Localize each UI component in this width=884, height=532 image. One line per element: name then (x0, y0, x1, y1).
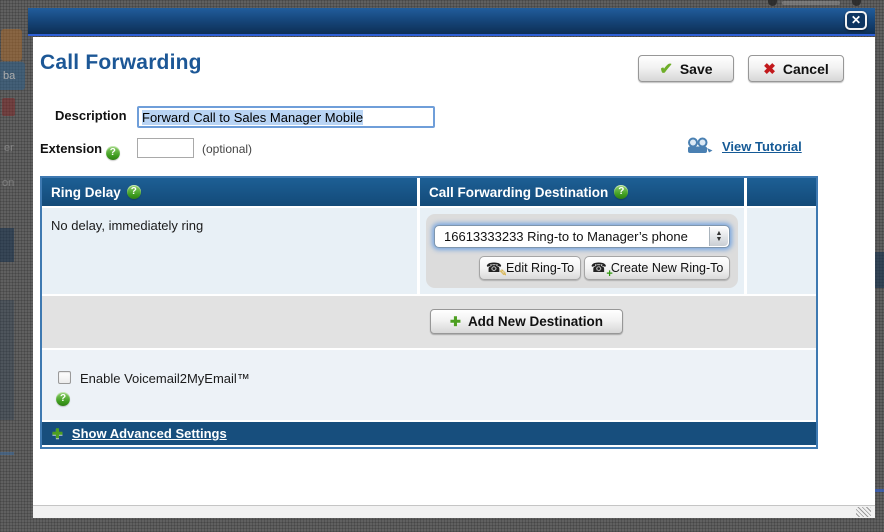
background-remnant-mark (2, 98, 15, 116)
x-icon: ✖ (763, 60, 776, 78)
plus-icon: + (606, 268, 612, 280)
extension-input[interactable] (137, 138, 194, 158)
save-button[interactable]: ✔ Save (638, 55, 734, 82)
extension-label-text: Extension (40, 141, 102, 156)
view-tutorial-text: View Tutorial (722, 139, 802, 154)
call-forwarding-dialog: Call Forwarding ✔ Save ✖ Cancel Descript… (33, 37, 875, 505)
add-new-destination-label: Add New Destination (468, 314, 603, 329)
resize-handle[interactable] (856, 507, 871, 517)
background-remnant-icon (768, 0, 777, 6)
phone-icon: ☎ (591, 260, 607, 275)
call-forwarding-table: Ring Delay ? Call Forwarding Destination… (40, 176, 818, 449)
create-new-ring-to-button[interactable]: ☎ + Create New Ring-To (584, 256, 730, 280)
background-remnant-block (0, 300, 14, 420)
create-new-ring-to-label: Create New Ring-To (611, 261, 724, 275)
cancel-button-label: Cancel (783, 61, 829, 77)
add-destination-band: ✚ Add New Destination (42, 296, 816, 348)
select-stepper-icon: ▲ ▼ (709, 227, 728, 246)
close-icon: ✕ (851, 13, 861, 27)
dialog-footer-strip (33, 505, 875, 518)
extension-label: Extension ? (40, 141, 120, 160)
add-new-destination-button[interactable]: ✚ Add New Destination (430, 309, 623, 334)
actions-cell (747, 208, 816, 294)
phone-edit-icon: ☎ ✎ (486, 260, 502, 276)
background-remnant-button: ba (0, 62, 25, 90)
header-destination-label: Call Forwarding Destination (429, 185, 608, 200)
background-remnant-block (0, 228, 14, 262)
edit-ring-to-label: Edit Ring-To (506, 261, 574, 275)
table-row: No delay, immediately ring 16613333233 R… (42, 208, 816, 294)
check-icon: ✔ (659, 59, 672, 79)
ring-delay-cell: No delay, immediately ring (42, 208, 417, 294)
voicemail-section: Enable Voicemail2MyEmail™ ? (42, 350, 816, 420)
background-remnant-textline (782, 1, 840, 5)
header-ring-delay: Ring Delay ? (42, 178, 417, 206)
plus-icon: ✚ (450, 314, 461, 330)
cancel-button[interactable]: ✖ Cancel (748, 55, 844, 82)
help-icon[interactable]: ? (56, 392, 70, 406)
help-icon[interactable]: ? (106, 146, 120, 160)
ring-delay-value: No delay, immediately ring (42, 208, 417, 233)
edit-ring-to-button[interactable]: ☎ ✎ Edit Ring-To (479, 256, 581, 280)
optional-hint: (optional) (202, 142, 252, 156)
help-icon[interactable]: ? (614, 185, 628, 199)
phone-add-icon: ☎ + (591, 260, 607, 276)
plus-icon: ✚ (52, 426, 63, 442)
header-actions (747, 178, 816, 206)
help-icon[interactable]: ? (127, 185, 141, 199)
movie-camera-icon (685, 137, 715, 155)
close-button[interactable]: ✕ (845, 11, 867, 30)
save-button-label: Save (680, 61, 713, 77)
dialog-titlebar: ✕ (28, 8, 875, 36)
pencil-icon: ✎ (500, 268, 508, 279)
destination-panel: 16613333233 Ring-to to Manager’s phone ▲… (426, 214, 738, 288)
voicemail-checkbox[interactable] (58, 371, 71, 384)
page-title: Call Forwarding (40, 51, 202, 75)
description-input[interactable]: Forward Call to Sales Manager Mobile (137, 106, 435, 128)
background-remnant-text: er (4, 142, 14, 154)
background-remnant-line (874, 489, 884, 492)
view-tutorial-link[interactable]: View Tutorial (685, 137, 802, 155)
header-destination: Call Forwarding Destination ? (420, 178, 744, 206)
destination-selected-option: 16613333233 Ring-to to Manager’s phone (444, 229, 688, 244)
stepper-down-icon: ▼ (716, 237, 723, 243)
table-header-row: Ring Delay ? Call Forwarding Destination… (42, 178, 816, 206)
description-value: Forward Call to Sales Manager Mobile (142, 110, 363, 125)
background-remnant-line (0, 452, 14, 455)
description-label: Description (55, 108, 127, 123)
voicemail-label: Enable Voicemail2MyEmail™ (80, 371, 250, 386)
destination-select[interactable]: 16613333233 Ring-to to Manager’s phone ▲… (434, 225, 730, 248)
background-remnant-text: ba (3, 70, 15, 82)
header-ring-delay-label: Ring Delay (51, 185, 121, 200)
show-advanced-settings-link[interactable]: Show Advanced Settings (72, 426, 227, 441)
destination-cell: 16613333233 Ring-to to Manager’s phone ▲… (420, 208, 744, 294)
advanced-settings-bar: ✚ Show Advanced Settings (42, 422, 816, 445)
background-remnant-logo (1, 29, 22, 61)
background-remnant-text: on (2, 177, 14, 189)
background-remnant-icon (852, 0, 861, 6)
